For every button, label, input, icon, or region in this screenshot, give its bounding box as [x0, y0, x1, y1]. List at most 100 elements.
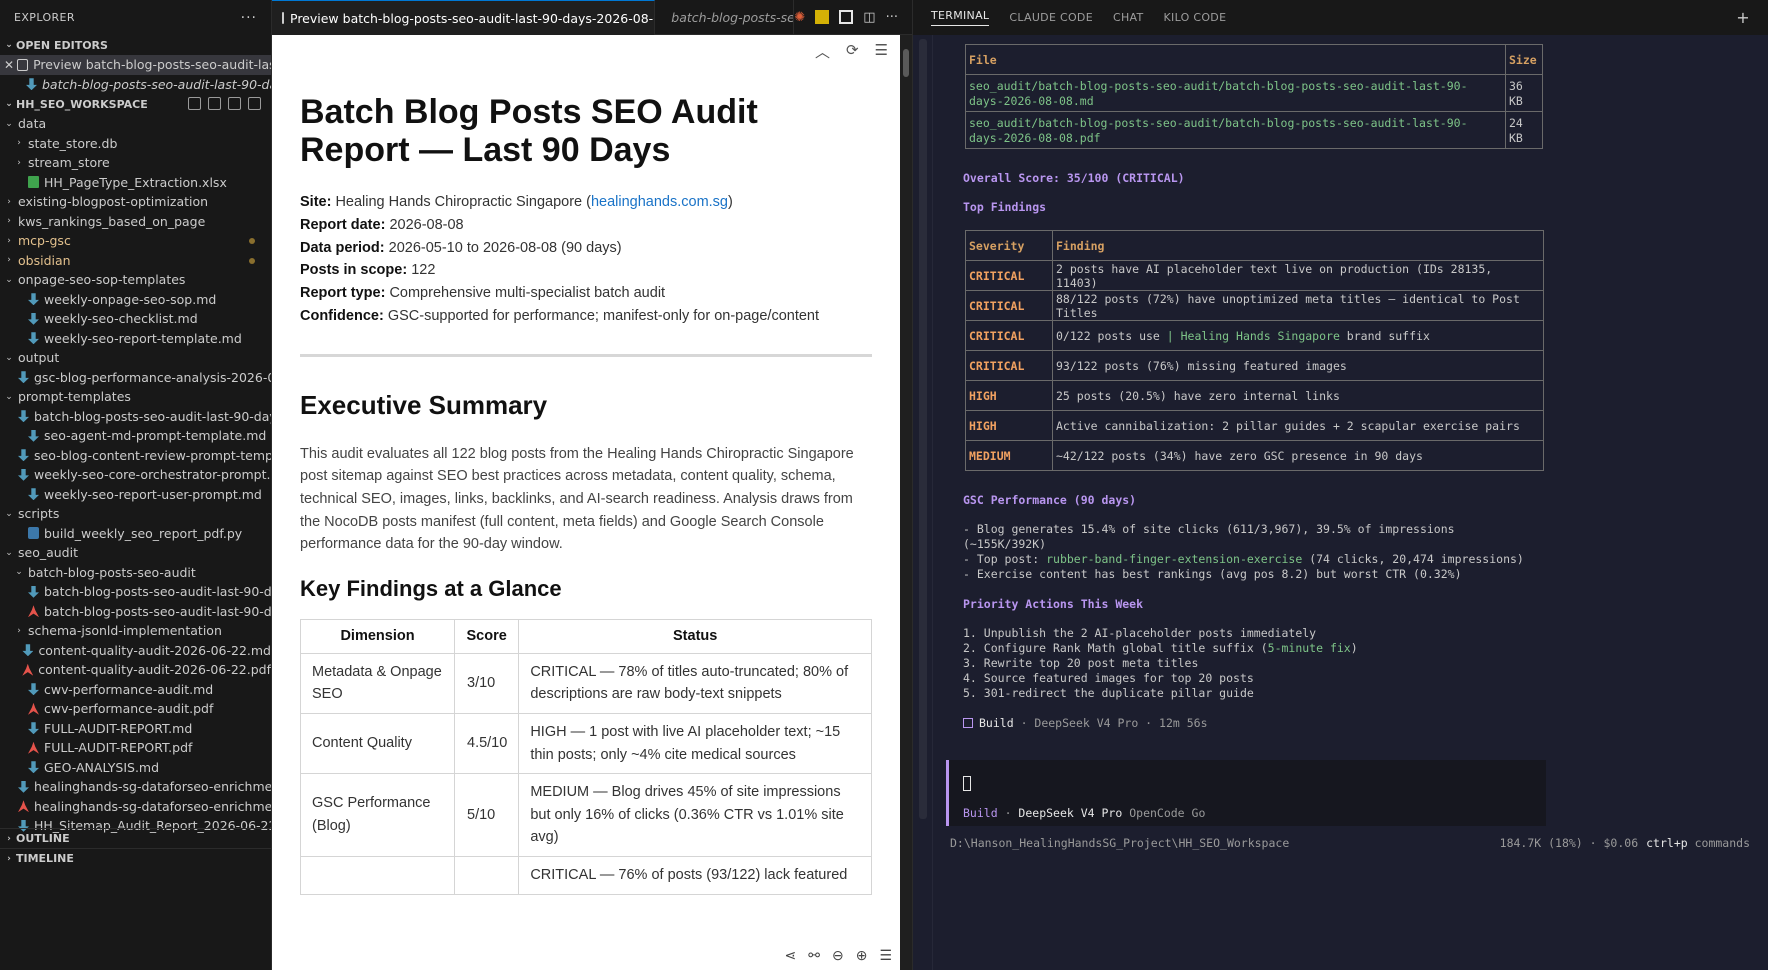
outline-section[interactable]: › OUTLINE	[0, 828, 271, 848]
file-item[interactable]: FULL-AUDIT-REPORT.md	[0, 719, 271, 739]
file-path[interactable]: seo_audit/batch-blog-posts-seo-audit/bat…	[965, 111, 1506, 149]
file-item[interactable]: HH_PageType_Extraction.xlsx	[0, 173, 271, 193]
mode-label[interactable]: Build	[963, 806, 998, 820]
tree-item-label: content-quality-audit-2026-06-22.md	[38, 642, 271, 658]
scrollbar-thumb[interactable]	[903, 49, 909, 77]
chevron-down-icon: ⌄	[5, 99, 13, 109]
finding-cell: Active cannibalization: 2 pillar guides …	[1052, 410, 1544, 441]
markdown-icon	[28, 293, 39, 306]
folder-item[interactable]: › state_store.db	[0, 134, 271, 154]
open-editor-item[interactable]: batch-blog-posts-seo-audit-last-90-days-…	[0, 75, 271, 95]
timeline-section[interactable]: › TIMELINE	[0, 848, 271, 868]
tab-markdown[interactable]: batch-blog-posts-se	[655, 0, 795, 35]
add-icon[interactable]: +	[1736, 8, 1750, 27]
workspace-label: HH_SEO_WORKSPACE	[16, 97, 148, 111]
more-actions-icon[interactable]: ···	[886, 10, 898, 25]
toggle-preview-icon[interactable]	[839, 10, 854, 24]
file-item[interactable]: build_weekly_seo_report_pdf.py	[0, 524, 271, 544]
chevron-up-icon[interactable]: ︿	[815, 41, 830, 62]
table-row: CRITICAL 93/122 posts (76%) missing featu…	[965, 350, 1544, 381]
folder-item[interactable]: ⌄ prompt-templates	[0, 387, 271, 407]
menu-icon[interactable]: ☰	[879, 947, 892, 964]
file-item[interactable]: weekly-seo-core-orchestrator-prompt.md	[0, 465, 271, 485]
priority-item: 1. Unpublish the 2 AI-placeholder posts …	[963, 626, 1317, 640]
tab-chat[interactable]: CHAT	[1113, 11, 1144, 24]
collapse-all-icon[interactable]	[248, 97, 261, 110]
tab-claude-code[interactable]: CLAUDE CODE	[1009, 11, 1093, 24]
file-item[interactable]: gsc-blog-performance-analysis-2026-08-08…	[0, 368, 271, 388]
file-item[interactable]: seo-agent-md-prompt-template.md	[0, 426, 271, 446]
zoom-out-icon[interactable]: ⊖	[832, 947, 844, 964]
outline-list-icon[interactable]: ☰	[875, 41, 888, 62]
markdown-icon	[28, 722, 39, 735]
file-item[interactable]: seo-blog-content-review-prompt-templates…	[0, 446, 271, 466]
table-row: Metadata & Onpage SEO 3/10 CRITICAL — 78% …	[300, 652, 872, 714]
file-path[interactable]: seo_audit/batch-blog-posts-seo-audit/bat…	[965, 74, 1506, 112]
tab-kilo-code[interactable]: KILO CODE	[1164, 11, 1227, 24]
scrollbar-thumb[interactable]	[919, 39, 927, 819]
zoom-in-icon[interactable]: ⊕	[856, 947, 868, 964]
file-item[interactable]: content-quality-audit-2026-06-22.md	[0, 641, 271, 661]
folder-item[interactable]: › obsidian	[0, 251, 271, 271]
file-item[interactable]: weekly-seo-report-template.md	[0, 329, 271, 349]
more-actions-icon[interactable]: ···	[241, 10, 257, 26]
file-item[interactable]: healinghands-sg-dataforseo-enrichment-au…	[0, 777, 271, 797]
sparkle-icon[interactable]: ✺	[794, 10, 805, 25]
meta-line: Report date: 2026-08-08	[300, 214, 872, 237]
file-item[interactable]: weekly-seo-report-user-prompt.md	[0, 485, 271, 505]
commands-hint[interactable]: ctrl+p commands	[1646, 836, 1750, 850]
cell-score	[453, 855, 520, 895]
file-item[interactable]: weekly-onpage-seo-sop.md	[0, 290, 271, 310]
file-item[interactable]: batch-blog-posts-seo-audit-last-90-days-…	[0, 602, 271, 622]
file-item[interactable]: cwv-performance-audit.md	[0, 680, 271, 700]
folder-item[interactable]: ⌄ scripts	[0, 504, 271, 524]
new-file-icon[interactable]	[188, 97, 201, 110]
terminal-scrollbar[interactable]	[913, 35, 933, 970]
file-item[interactable]: batch-blog-posts-seo-audit-last-90-days-…	[0, 407, 271, 427]
folder-item[interactable]: › schema-jsonld-implementation	[0, 621, 271, 641]
site-link[interactable]: healinghands.com.sg	[591, 194, 728, 210]
file-item[interactable]: GEO-ANALYSIS.md	[0, 758, 271, 778]
close-icon[interactable]: ✕	[4, 58, 14, 72]
folder-item[interactable]: ⌄ data	[0, 114, 271, 134]
folder-item[interactable]: › mcp-gsc	[0, 231, 271, 251]
prompt-input[interactable]: Build · DeepSeek V4 Pro OpenCode Go	[946, 760, 1546, 826]
table-header-row: File Size	[965, 44, 1543, 75]
folder-item[interactable]: ⌄ output	[0, 348, 271, 368]
new-folder-icon[interactable]	[208, 97, 221, 110]
editor-scrollbar[interactable]	[900, 35, 912, 970]
table-header-row: Severity Finding	[965, 230, 1544, 261]
file-item[interactable]: batch-blog-posts-seo-audit-last-90-days-…	[0, 582, 271, 602]
folder-item[interactable]: ⌄ onpage-seo-sop-templates	[0, 270, 271, 290]
finding-text: brand suffix	[1339, 328, 1430, 343]
table-row: Content Quality 4.5/10 HIGH — 1 post with …	[300, 712, 872, 775]
chevron-down-icon: ⌄	[5, 508, 13, 519]
share-icon[interactable]: ⋖	[785, 947, 797, 964]
folder-item[interactable]: › kws_rankings_based_on_page	[0, 212, 271, 232]
folder-item[interactable]: › existing-blogpost-optimization	[0, 192, 271, 212]
link-icon[interactable]: ⚯	[808, 947, 820, 964]
file-item[interactable]: content-quality-audit-2026-06-22.pdf	[0, 660, 271, 680]
tab-preview[interactable]: Preview batch-blog-posts-seo-audit-last-…	[272, 0, 656, 35]
file-item[interactable]: healinghands-sg-dataforseo-enrichment-au…	[0, 797, 271, 817]
open-editors-section[interactable]: ⌄ OPEN EDITORS	[0, 35, 271, 55]
meta-after: )	[728, 194, 733, 210]
file-item[interactable]: FULL-AUDIT-REPORT.pdf	[0, 738, 271, 758]
extension-icon[interactable]	[815, 10, 830, 24]
model-label[interactable]: DeepSeek V4 Pro	[1018, 806, 1122, 820]
folder-item[interactable]: ⌄ seo_audit	[0, 543, 271, 563]
refresh-icon[interactable]: ⟳	[846, 41, 859, 62]
workspace-section[interactable]: ⌄ HH_SEO_WORKSPACE	[0, 94, 271, 114]
tab-terminal[interactable]: TERMINAL	[931, 9, 990, 26]
folder-item[interactable]: › stream_store	[0, 153, 271, 173]
refresh-icon[interactable]	[228, 97, 241, 110]
table-row: CRITICAL — 76% of posts (93/122) lack fe…	[300, 855, 872, 895]
folder-item[interactable]: ⌄ batch-blog-posts-seo-audit	[0, 563, 271, 583]
table-row: HIGH Active cannibalization: 2 pillar gui…	[965, 410, 1544, 441]
editor-actions: ✺ ◫ ···	[794, 0, 912, 34]
tab-label: batch-blog-posts-se	[671, 10, 795, 25]
file-item[interactable]: weekly-seo-checklist.md	[0, 309, 271, 329]
split-editor-icon[interactable]: ◫	[863, 10, 875, 25]
open-editor-item[interactable]: ✕ Preview batch-blog-posts-seo-audit-las…	[0, 55, 271, 75]
file-item[interactable]: cwv-performance-audit.pdf	[0, 699, 271, 719]
